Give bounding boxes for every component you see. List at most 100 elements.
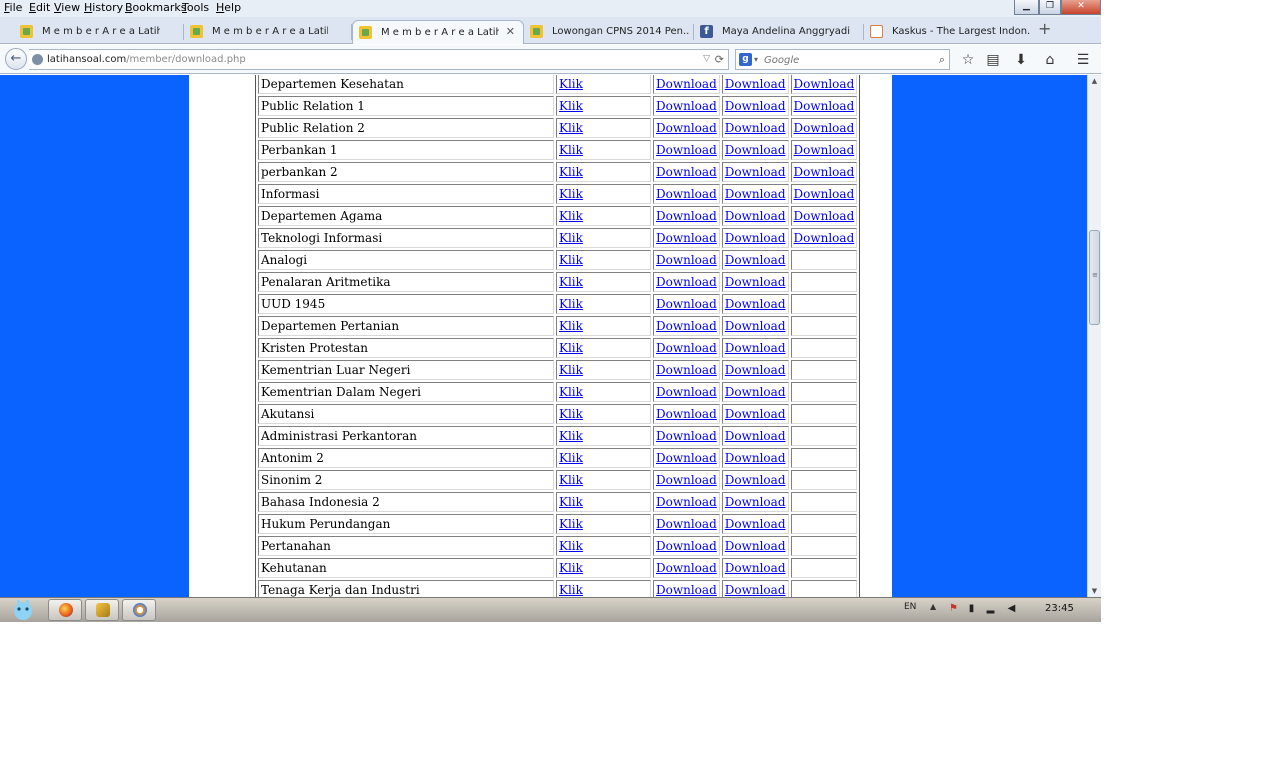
download-link-2[interactable]: Download — [725, 385, 786, 399]
download-link-1[interactable]: Download — [656, 517, 717, 531]
download-link-1[interactable]: Download — [656, 121, 717, 135]
download-link-1[interactable]: Download — [656, 77, 717, 91]
download-link-3[interactable]: Download — [794, 77, 855, 91]
language-indicator[interactable]: EN — [904, 602, 916, 612]
klik-link[interactable]: Klik — [559, 99, 583, 113]
download-link-1[interactable]: Download — [656, 341, 717, 355]
url-text[interactable]: latihansoal.com/member/download.php — [47, 50, 246, 69]
klik-link[interactable]: Klik — [559, 583, 583, 597]
klik-link[interactable]: Klik — [559, 341, 583, 355]
download-link-2[interactable]: Download — [725, 429, 786, 443]
download-link-2[interactable]: Download — [725, 363, 786, 377]
klik-link[interactable]: Klik — [559, 121, 583, 135]
download-link-1[interactable]: Download — [656, 583, 717, 597]
download-link-1[interactable]: Download — [656, 473, 717, 487]
klik-link[interactable]: Klik — [559, 407, 583, 421]
download-link-1[interactable]: Download — [656, 363, 717, 377]
klik-link[interactable]: Klik — [559, 275, 583, 289]
search-input[interactable] — [764, 53, 924, 67]
download-link-2[interactable]: Download — [725, 99, 786, 113]
menu-edit[interactable]: Edit — [29, 1, 50, 15]
klik-link[interactable]: Klik — [559, 429, 583, 443]
start-orb-icon[interactable] — [8, 598, 38, 622]
klik-link[interactable]: Klik — [559, 451, 583, 465]
download-link-1[interactable]: Download — [656, 407, 717, 421]
clock[interactable]: 23:45 — [1045, 603, 1074, 614]
download-link-2[interactable]: Download — [725, 539, 786, 553]
new-tab-button[interactable]: + — [1038, 19, 1051, 38]
klik-link[interactable]: Klik — [559, 319, 583, 333]
menu-hamburger-icon[interactable]: ☰ — [1074, 51, 1092, 69]
menu-view[interactable]: View — [54, 1, 80, 15]
download-link-1[interactable]: Download — [656, 165, 717, 179]
action-center-icon[interactable]: ⚑ — [948, 603, 959, 614]
tab-lowongan-cpns[interactable]: Lowongan CPNS 2014 Pen... — [524, 20, 694, 44]
download-link-2[interactable]: Download — [725, 187, 786, 201]
vertical-scrollbar[interactable]: ▲ ≡ ▼ — [1087, 75, 1101, 597]
taskbar-paint-button[interactable] — [122, 599, 156, 621]
download-link-3[interactable]: Download — [794, 143, 855, 157]
download-link-1[interactable]: Download — [656, 539, 717, 553]
download-link-3[interactable]: Download — [794, 231, 855, 245]
klik-link[interactable]: Klik — [559, 165, 583, 179]
volume-icon[interactable]: ◀ — [1006, 603, 1017, 614]
tab-member-area-1[interactable]: M e m b e r A r e a Latihan... — [14, 20, 184, 44]
klik-link[interactable]: Klik — [559, 517, 583, 531]
scrollbar-thumb[interactable]: ≡ — [1089, 230, 1100, 325]
download-link-2[interactable]: Download — [725, 231, 786, 245]
download-link-2[interactable]: Download — [725, 253, 786, 267]
download-link-1[interactable]: Download — [656, 319, 717, 333]
search-engine-dropdown-icon[interactable]: ▾ — [754, 50, 758, 69]
menu-history[interactable]: History — [84, 1, 123, 15]
download-link-2[interactable]: Download — [725, 319, 786, 333]
download-link-2[interactable]: Download — [725, 495, 786, 509]
download-link-2[interactable]: Download — [725, 473, 786, 487]
tab-close-icon[interactable]: ✕ — [506, 25, 515, 38]
download-link-2[interactable]: Download — [725, 407, 786, 421]
search-bar[interactable]: g ▾ ⌕ — [735, 49, 950, 70]
menu-bookmarks[interactable]: Bookmarks — [125, 1, 186, 15]
download-link-3[interactable]: Download — [794, 99, 855, 113]
search-icon[interactable]: ⌕ — [939, 50, 945, 69]
klik-link[interactable]: Klik — [559, 539, 583, 553]
download-link-1[interactable]: Download — [656, 187, 717, 201]
reload-icon[interactable]: ⟳ — [715, 50, 724, 69]
taskbar-app-button[interactable] — [85, 599, 119, 621]
download-link-3[interactable]: Download — [794, 209, 855, 223]
klik-link[interactable]: Klik — [559, 209, 583, 223]
tab-facebook[interactable]: f Maya Andelina Anggryadi — [694, 20, 864, 44]
menu-tools[interactable]: Tools — [182, 1, 209, 15]
download-link-2[interactable]: Download — [725, 121, 786, 135]
klik-link[interactable]: Klik — [559, 495, 583, 509]
klik-link[interactable]: Klik — [559, 143, 583, 157]
download-link-2[interactable]: Download — [725, 451, 786, 465]
menu-file[interactable]: File — [4, 1, 22, 15]
scroll-up-arrow-icon[interactable]: ▲ — [1088, 75, 1101, 87]
scroll-down-arrow-icon[interactable]: ▼ — [1088, 585, 1101, 597]
download-link-2[interactable]: Download — [725, 143, 786, 157]
tab-kaskus[interactable]: Kaskus - The Largest Indon... — [864, 20, 1034, 44]
google-engine-icon[interactable]: g — [739, 53, 752, 66]
taskbar-firefox-button[interactable] — [48, 599, 82, 621]
download-link-1[interactable]: Download — [656, 231, 717, 245]
downloads-icon[interactable]: ⬇ — [1012, 51, 1030, 69]
download-link-2[interactable]: Download — [725, 297, 786, 311]
download-link-2[interactable]: Download — [725, 561, 786, 575]
download-link-1[interactable]: Download — [656, 385, 717, 399]
download-link-2[interactable]: Download — [725, 275, 786, 289]
download-link-1[interactable]: Download — [656, 275, 717, 289]
tab-member-area-active[interactable]: M e m b e r A r e a Latihan... ✕ — [352, 20, 524, 44]
klik-link[interactable]: Klik — [559, 561, 583, 575]
show-hidden-icons-icon[interactable]: ▲ — [930, 602, 936, 611]
download-link-3[interactable]: Download — [794, 121, 855, 135]
download-link-2[interactable]: Download — [725, 517, 786, 531]
download-link-2[interactable]: Download — [725, 209, 786, 223]
download-link-1[interactable]: Download — [656, 561, 717, 575]
url-history-dropdown-icon[interactable]: ▽ — [703, 50, 710, 69]
restore-button[interactable]: ❐ — [1039, 0, 1061, 15]
minimize-button[interactable]: ▁ — [1014, 0, 1039, 15]
download-link-1[interactable]: Download — [656, 297, 717, 311]
klik-link[interactable]: Klik — [559, 363, 583, 377]
close-button[interactable]: ✕ — [1061, 0, 1101, 15]
klik-link[interactable]: Klik — [559, 385, 583, 399]
